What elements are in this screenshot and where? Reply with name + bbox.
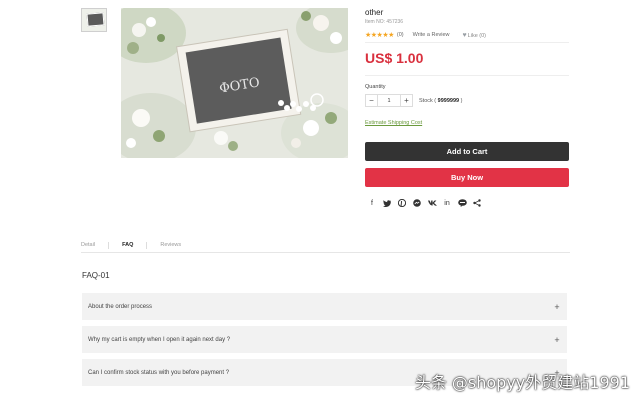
tab-divider xyxy=(108,241,110,249)
twitter-icon[interactable] xyxy=(382,198,392,208)
stock-close: ) xyxy=(460,97,463,104)
quantity-label: Quantity xyxy=(365,84,386,90)
line-icon[interactable] xyxy=(457,198,467,208)
tab-divider xyxy=(146,241,148,249)
write-review-link[interactable]: Write a Review xyxy=(413,32,450,38)
product-title: other xyxy=(365,8,384,17)
watermark: 头条 @shopyy外贸建站1991 xyxy=(414,373,630,392)
product-main-image[interactable]: ΦΟΤΟ xyxy=(121,8,348,158)
quantity-increase-button[interactable]: + xyxy=(400,94,413,107)
rating-row: ★★★★★ (0) Write a Review ♥Like (0) xyxy=(365,31,487,40)
tab-detail[interactable]: Detail xyxy=(81,242,100,248)
quantity-stepper: − 1 + Stock ( 9999999 ) xyxy=(365,94,462,107)
estimate-shipping-link[interactable]: Estimate Shipping Cost xyxy=(365,120,422,126)
tab-faq[interactable]: FAQ xyxy=(117,242,138,248)
buy-now-button[interactable]: Buy Now xyxy=(365,168,569,187)
like-button[interactable]: ♥Like (0) xyxy=(463,32,487,39)
expand-plus-icon[interactable]: + xyxy=(547,302,567,312)
stock-status: Stock ( 9999999 ) xyxy=(419,98,462,104)
gallery-thumbnail[interactable] xyxy=(81,8,107,32)
stock-label: Stock ( xyxy=(419,97,437,104)
rating-stars: ★★★★★ xyxy=(365,32,394,39)
faq-item[interactable]: About the order process + xyxy=(82,293,567,320)
product-sku: Item NO: 457236 xyxy=(365,19,404,25)
pinterest-icon[interactable] xyxy=(397,198,407,208)
add-to-cart-button[interactable]: Add to Cart xyxy=(365,142,569,161)
share-icon[interactable] xyxy=(472,198,482,208)
quantity-input[interactable]: 1 xyxy=(378,94,400,107)
vk-icon[interactable] xyxy=(427,198,437,208)
product-tabs: Detail FAQ Reviews xyxy=(81,238,570,253)
faq-section-title: FAQ-01 xyxy=(82,271,110,280)
like-label: Like (0) xyxy=(467,32,487,39)
faq-question: About the order process xyxy=(88,303,153,310)
heart-icon: ♥ xyxy=(462,31,467,39)
quantity-decrease-button[interactable]: − xyxy=(365,94,378,107)
share-bar: f in xyxy=(367,198,482,208)
tab-reviews[interactable]: Reviews xyxy=(155,242,186,248)
stock-value: 9999999 xyxy=(437,97,460,104)
review-count: (0) xyxy=(396,32,404,38)
expand-plus-icon[interactable]: + xyxy=(547,335,567,345)
faq-question: Can I confirm stock status with you befo… xyxy=(88,369,230,376)
faq-question: Why my cart is empty when I open it agai… xyxy=(88,336,231,343)
product-price: US$ 1.00 xyxy=(365,50,424,66)
divider xyxy=(365,75,569,76)
linkedin-icon[interactable]: in xyxy=(442,198,452,208)
facebook-icon[interactable]: f xyxy=(367,198,377,208)
faq-item[interactable]: Why my cart is empty when I open it agai… xyxy=(82,326,567,353)
divider xyxy=(365,42,569,43)
messenger-icon[interactable] xyxy=(412,198,422,208)
